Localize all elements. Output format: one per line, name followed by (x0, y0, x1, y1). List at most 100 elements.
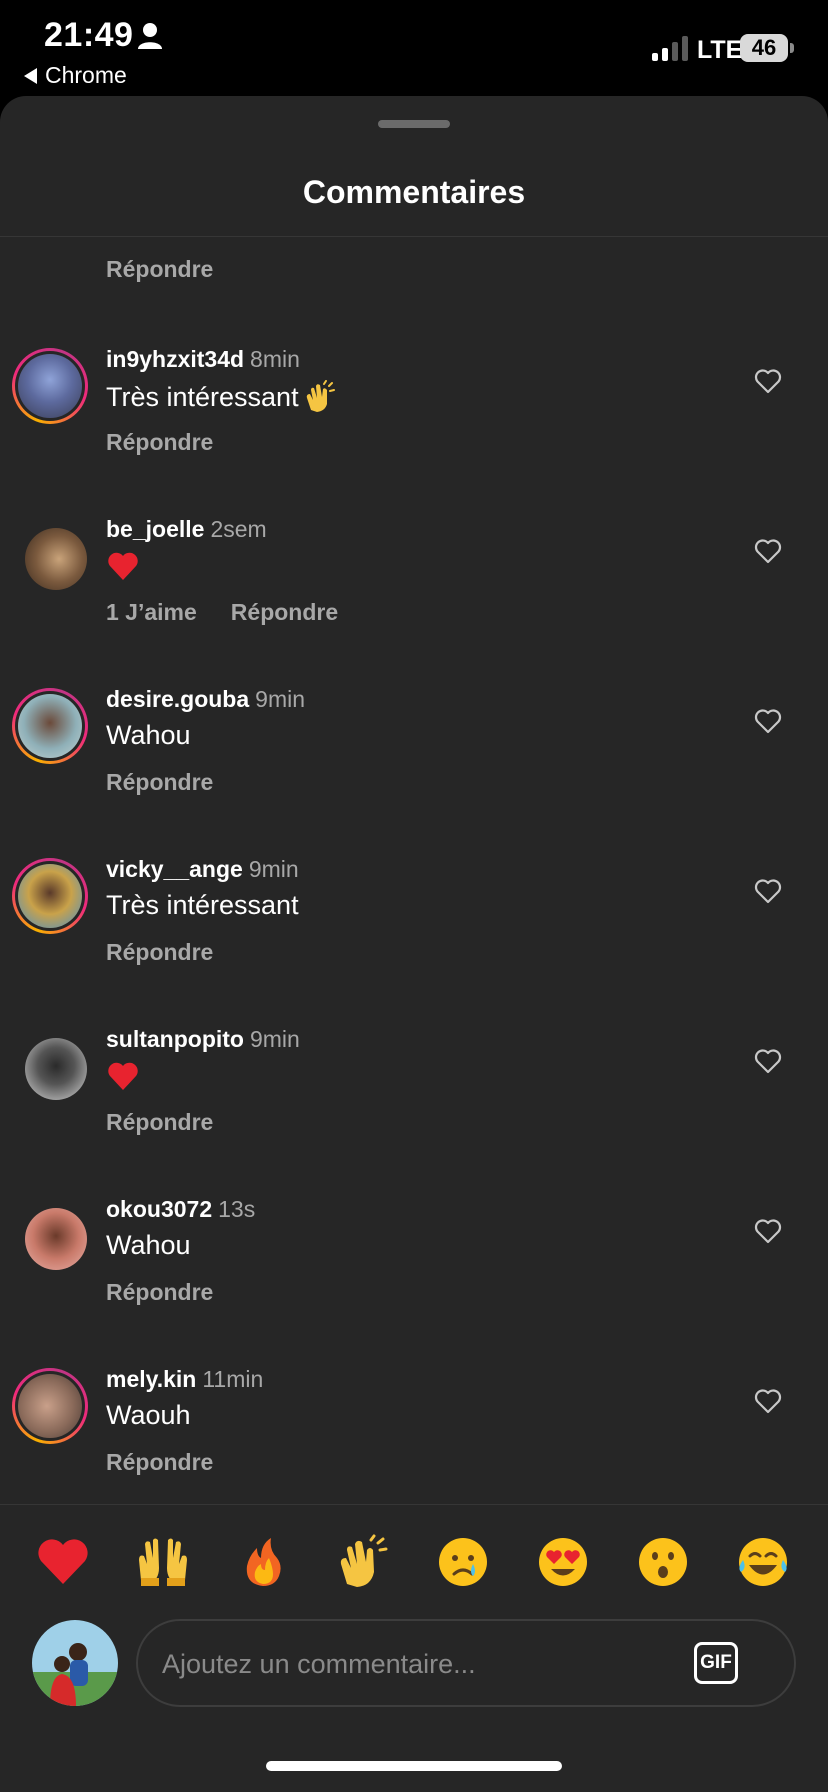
status-time: 21:49 (44, 16, 134, 54)
comment-composer: GIF (136, 1619, 796, 1707)
comment-item: desire.gouba 9min Wahou Répondre (0, 678, 828, 848)
comment-text (106, 1060, 140, 1092)
comment-time: 9min (255, 686, 306, 712)
avatar[interactable] (12, 858, 88, 934)
person-icon (138, 23, 162, 49)
surprised-face-emoji[interactable] (635, 1534, 691, 1590)
comment-item: vicky__ange 9min Très intéressant Répondr… (0, 848, 828, 1018)
reply-button[interactable]: Répondre (106, 1109, 213, 1136)
home-indicator (266, 1761, 562, 1771)
sheet-grabber[interactable] (378, 120, 450, 128)
comment-actions: 1 J’aime Répondre (106, 599, 338, 626)
reply-button[interactable]: Répondre (231, 599, 338, 626)
clapping-hands-emoji[interactable] (335, 1534, 391, 1590)
comment-item: mely.kin 11min Waouh Répondre (0, 1358, 828, 1528)
reply-button[interactable]: Répondre (106, 769, 213, 796)
comment-header: mely.kin 11min (106, 1366, 263, 1393)
comment-text-body: Wahou (106, 1230, 191, 1260)
comment-username[interactable]: okou3072 (106, 1196, 212, 1222)
current-user-avatar[interactable] (32, 1620, 118, 1706)
comment-item: okou3072 13s Wahou Répondre (0, 1188, 828, 1358)
heart-icon[interactable] (754, 878, 782, 904)
sheet-title: Commentaires (302, 174, 526, 210)
comment-header: in9yhzxit34d 8min (106, 346, 300, 373)
avatar[interactable] (25, 1038, 87, 1100)
heart-icon[interactable] (754, 368, 782, 394)
battery-icon: 46 (740, 34, 788, 62)
comment-time: 11min (202, 1366, 264, 1392)
status-bar: 21:49 Chrome LTE 46 (0, 0, 828, 96)
reply-button[interactable]: Répondre (106, 939, 213, 966)
fire-emoji[interactable] (235, 1534, 291, 1590)
crying-face-emoji[interactable] (435, 1534, 491, 1590)
comment-time: 2sem (210, 516, 267, 542)
comment-text: Très intéressant (106, 890, 299, 921)
comment-username[interactable]: desire.gouba (106, 686, 249, 712)
likes-count[interactable]: 1 J’aime (106, 599, 197, 626)
comment-header: vicky__ange 9min (106, 856, 299, 883)
avatar[interactable] (12, 688, 88, 764)
comment-header: sultanpopito 9min (106, 1026, 300, 1053)
comment-text: Très intéressant (106, 380, 337, 414)
red-heart-emoji (108, 1062, 138, 1090)
divider (0, 1504, 828, 1505)
comment-username[interactable]: be_joelle (106, 516, 204, 542)
heart-icon[interactable] (754, 708, 782, 734)
battery-tip (790, 43, 794, 53)
network-label: LTE (697, 36, 743, 64)
comment-username[interactable]: vicky__ange (106, 856, 243, 882)
comment-actions: Répondre (106, 429, 213, 456)
back-to-app-button[interactable]: Chrome (24, 62, 127, 89)
comment-username[interactable]: mely.kin (106, 1366, 196, 1392)
red-heart-emoji (108, 552, 138, 580)
divider (0, 236, 828, 237)
comment-header: okou3072 13s (106, 1196, 255, 1223)
comment-text-body: Très intéressant (106, 381, 299, 412)
comment-actions: Répondre (106, 1109, 213, 1136)
signal-icon (652, 36, 688, 61)
comment-item: in9yhzxit34d 8min Très intéressant Répond… (0, 338, 828, 508)
avatar[interactable] (12, 1368, 88, 1444)
heart-icon[interactable] (754, 1218, 782, 1244)
avatar[interactable] (25, 1208, 87, 1270)
comment-text: Wahou (106, 1230, 191, 1261)
reply-button[interactable]: Répondre (106, 1449, 213, 1476)
comment-header: desire.gouba 9min (106, 686, 305, 713)
heart-eyes-emoji[interactable] (535, 1534, 591, 1590)
reply-button[interactable]: Répondre (106, 1279, 213, 1306)
comment-text-body: Waouh (106, 1400, 191, 1430)
reply-button[interactable]: Répondre (106, 429, 213, 456)
avatar[interactable] (25, 528, 87, 590)
quick-reactions-bar (0, 1534, 828, 1594)
comment-text: Waouh (106, 1400, 191, 1431)
comment-actions: Répondre (106, 1449, 213, 1476)
tears-of-joy-emoji[interactable] (735, 1534, 791, 1590)
clapping-hands-emoji (306, 380, 335, 412)
avatar[interactable] (12, 348, 88, 424)
comment-text (106, 550, 140, 582)
comment-header: be_joelle 2sem (106, 516, 267, 543)
comment-item: sultanpopito 9min Répondre (0, 1018, 828, 1188)
comment-username[interactable]: sultanpopito (106, 1026, 244, 1052)
comments-sheet: Commentaires Répondre in9yhzxit34d 8min T… (0, 96, 828, 1792)
raising-hands-emoji[interactable] (135, 1534, 191, 1590)
avatar-photo (32, 1620, 118, 1706)
reply-button[interactable]: Répondre (106, 256, 213, 283)
comment-text-body: Wahou (106, 720, 191, 750)
comment-time: 13s (218, 1196, 256, 1222)
heart-icon[interactable] (754, 538, 782, 564)
comment-actions: Répondre (106, 939, 213, 966)
comment-time: 9min (248, 856, 299, 882)
heart-icon[interactable] (754, 1388, 782, 1414)
comment-username[interactable]: in9yhzxit34d (106, 346, 244, 372)
heart-icon[interactable] (754, 1048, 782, 1074)
comment-input[interactable] (162, 1645, 662, 1683)
comment-item: be_joelle 2sem 1 J’aime Répondre (0, 508, 828, 678)
comment-text-body: Très intéressant (106, 890, 299, 920)
gif-button[interactable]: GIF (694, 1642, 738, 1684)
red-heart-emoji[interactable] (35, 1534, 91, 1590)
comment-text: Wahou (106, 720, 191, 751)
comment-time: 9min (249, 1026, 300, 1052)
comment-time: 8min (250, 346, 300, 372)
back-app-label: Chrome (45, 62, 127, 88)
